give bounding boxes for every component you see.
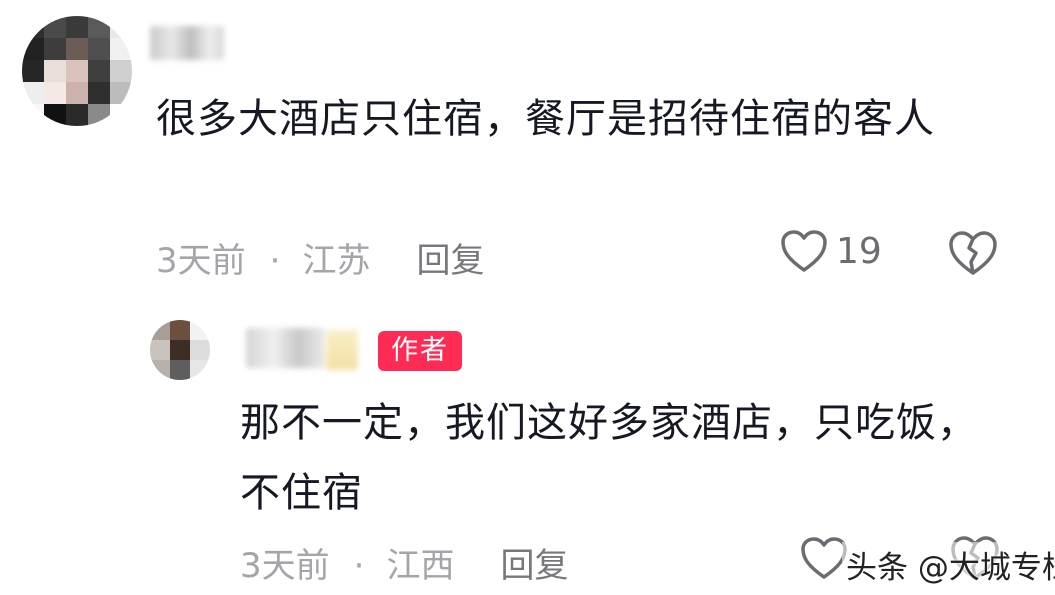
like-button[interactable]: 19 [780, 229, 882, 273]
reply-to-reply-button[interactable]: 回复 [500, 546, 568, 586]
meta-separator: · [353, 546, 365, 586]
reply-username-blurred[interactable] [246, 328, 326, 368]
reply-button[interactable]: 回复 [416, 241, 484, 281]
heart-outline-icon[interactable] [780, 229, 828, 273]
username-blurred[interactable] [150, 26, 224, 60]
like-count: 19 [836, 230, 882, 272]
avatar[interactable] [22, 16, 132, 126]
heart-outline-icon[interactable] [800, 536, 848, 580]
reply-username-emoji-blurred [326, 330, 358, 370]
meta-separator: · [269, 241, 281, 281]
comment-meta: 3天前 · 江苏 回复 [156, 233, 484, 282]
watermark: 头条 @大城专栏 [842, 542, 1055, 587]
broken-heart-icon[interactable] [948, 230, 998, 276]
comment-time: 3天前 [156, 241, 246, 281]
reply-text: 那不一定，我们这好多家酒店，只吃饭，不住宿 [240, 400, 978, 516]
comment-location: 江苏 [302, 241, 371, 281]
reply-location: 江西 [386, 546, 455, 586]
reply-avatar[interactable] [150, 320, 210, 380]
author-badge: 作者 [378, 331, 462, 371]
reply-time: 3天前 [240, 546, 330, 586]
reply-meta: 3天前 · 江西 回复 [240, 538, 568, 587]
comment-text: 很多大酒店只住宿，餐厅是招待住宿的客人 [156, 96, 935, 142]
